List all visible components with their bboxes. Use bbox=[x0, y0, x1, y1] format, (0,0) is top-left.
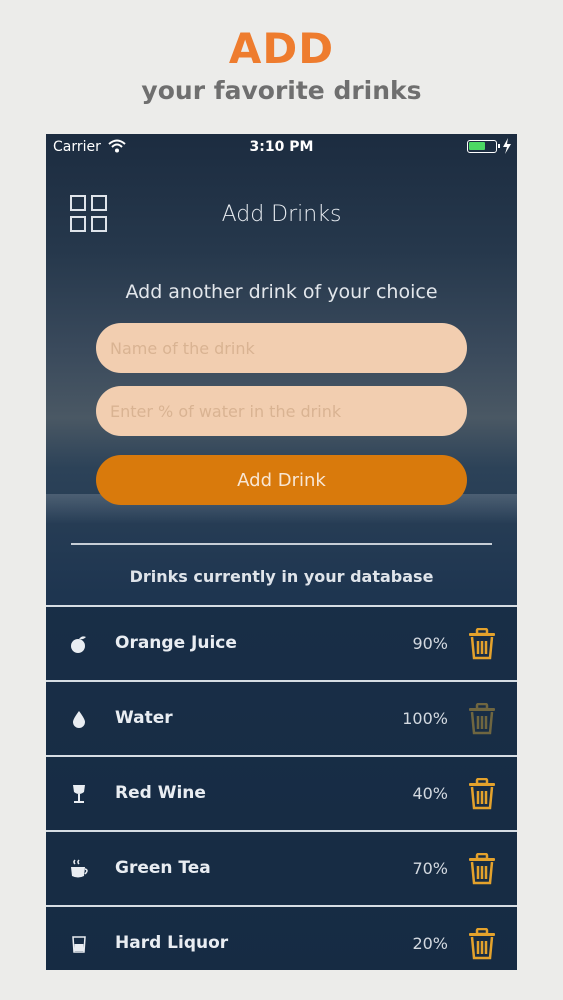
delete-drink-button[interactable] bbox=[468, 627, 496, 660]
form-subtitle: Add another drink of your choice bbox=[125, 281, 438, 303]
shot-glass-icon bbox=[72, 936, 86, 953]
wine-glass-icon bbox=[73, 785, 85, 803]
list-item[interactable]: Green Tea 70% bbox=[46, 832, 517, 907]
charging-icon bbox=[503, 138, 511, 154]
drink-name: Green Tea bbox=[115, 858, 211, 878]
delete-drink-button[interactable] bbox=[468, 852, 496, 885]
promo-title: ADD bbox=[228, 24, 335, 73]
trash-icon bbox=[469, 927, 495, 960]
tea-cup-icon bbox=[71, 859, 88, 878]
water-drop-icon bbox=[73, 711, 85, 728]
drink-percent: 20% bbox=[412, 934, 448, 953]
delete-drink-button-disabled[interactable] bbox=[468, 702, 496, 735]
list-item[interactable]: Orange Juice 90% bbox=[46, 607, 517, 682]
phone-screen: Carrier 3:10 PM Add Drinks Add another d… bbox=[46, 134, 517, 970]
drink-percent: 100% bbox=[402, 709, 448, 728]
add-drink-button[interactable]: Add Drink bbox=[96, 455, 467, 505]
list-item[interactable]: Red Wine 40% bbox=[46, 757, 517, 832]
list-item[interactable]: Hard Liquor 20% bbox=[46, 907, 517, 970]
fruit-icon bbox=[71, 636, 86, 653]
delete-drink-button[interactable] bbox=[468, 927, 496, 960]
list-item[interactable]: Water 100% bbox=[46, 682, 517, 757]
drink-percent: 70% bbox=[412, 859, 448, 878]
status-bar: Carrier 3:10 PM bbox=[46, 134, 517, 160]
promo-subtitle: your favorite drinks bbox=[141, 76, 422, 105]
trash-icon bbox=[469, 852, 495, 885]
drink-percent: 90% bbox=[412, 634, 448, 653]
battery-icon bbox=[467, 140, 500, 153]
trash-icon bbox=[469, 777, 495, 810]
drink-name: Water bbox=[115, 708, 173, 728]
trash-icon bbox=[469, 627, 495, 660]
drink-percent: 40% bbox=[412, 784, 448, 803]
page-title: Add Drinks bbox=[221, 202, 342, 227]
drink-name: Red Wine bbox=[115, 783, 206, 803]
drink-name-input[interactable] bbox=[96, 323, 467, 373]
water-percent-input[interactable] bbox=[96, 386, 467, 436]
trash-icon bbox=[469, 702, 495, 735]
divider bbox=[71, 543, 492, 545]
drinks-list-title: Drinks currently in your database bbox=[129, 567, 434, 586]
delete-drink-button[interactable] bbox=[468, 777, 496, 810]
clock: 3:10 PM bbox=[249, 139, 314, 155]
drinks-list: Orange Juice 90% Water 100% Red Wine 40%… bbox=[46, 605, 517, 970]
drink-name: Hard Liquor bbox=[115, 933, 229, 953]
drink-name: Orange Juice bbox=[115, 633, 237, 653]
